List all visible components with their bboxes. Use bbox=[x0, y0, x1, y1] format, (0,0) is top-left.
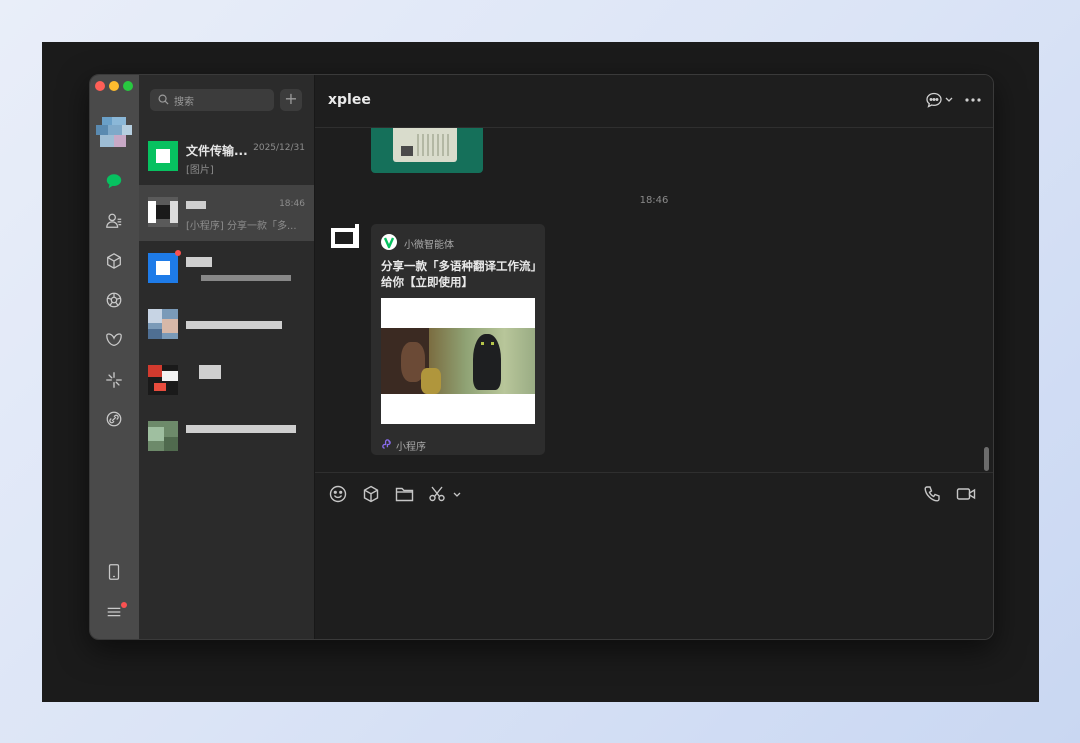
chat-title: xplee bbox=[328, 92, 371, 108]
chat-pane: xplee 18:46 小微智能体 分享一款「多语种翻译工作流」给你【立即使用】… bbox=[315, 75, 993, 639]
video-icon[interactable] bbox=[956, 485, 976, 503]
conversation-list: 搜索 + 文件传输... 2025/12/31 [图片] 18:46 [小程序]… bbox=[139, 75, 315, 639]
chat-item[interactable] bbox=[139, 241, 314, 297]
card-thumbnail bbox=[381, 298, 535, 424]
blurred-name bbox=[186, 425, 296, 433]
emoji-icon[interactable] bbox=[329, 485, 347, 503]
folder-icon[interactable] bbox=[395, 485, 414, 503]
chat-preview: [图片] bbox=[186, 165, 214, 176]
chat-item[interactable] bbox=[139, 353, 314, 409]
chat-bubble-icon[interactable] bbox=[925, 91, 943, 109]
butterfly-icon[interactable] bbox=[104, 330, 124, 350]
chat-item-file-transfer[interactable]: 文件传输... 2025/12/31 [图片] bbox=[139, 129, 314, 185]
unread-dot bbox=[175, 250, 181, 256]
movie-still-image bbox=[381, 328, 535, 394]
chat-time: 2025/12/31 bbox=[253, 143, 305, 153]
avatar bbox=[148, 365, 178, 395]
chat-item[interactable] bbox=[139, 297, 314, 353]
chat-icon[interactable] bbox=[104, 171, 124, 191]
search-placeholder: 搜索 bbox=[174, 97, 194, 108]
link-icon[interactable] bbox=[104, 409, 124, 429]
blurred-preview bbox=[201, 275, 291, 281]
phone-icon[interactable] bbox=[923, 485, 941, 503]
blurred-name bbox=[186, 257, 212, 267]
file-transfer-avatar bbox=[148, 141, 178, 171]
nav-rail bbox=[90, 75, 139, 639]
card-tag: 小程序 bbox=[396, 442, 426, 453]
avatar bbox=[148, 309, 178, 339]
scissors-icon[interactable] bbox=[428, 485, 446, 503]
chat-name: 文件传输... bbox=[186, 144, 248, 158]
chat-time: 18:46 bbox=[279, 199, 305, 209]
menu-notification-dot bbox=[121, 602, 127, 608]
minimize-window-button[interactable] bbox=[109, 81, 119, 91]
blurred-name bbox=[186, 201, 206, 209]
search-icon bbox=[158, 94, 169, 105]
message-area: 18:46 小微智能体 分享一款「多语种翻译工作流」给你【立即使用】 小程序 bbox=[315, 128, 993, 472]
input-toolbar bbox=[315, 472, 993, 509]
scrollbar-thumb[interactable] bbox=[984, 447, 989, 471]
chat-item-selected[interactable]: 18:46 [小程序] 分享一款「多... bbox=[139, 185, 314, 241]
more-icon[interactable] bbox=[965, 98, 981, 102]
blurred-name bbox=[199, 365, 221, 379]
avatar bbox=[148, 421, 178, 451]
sender-avatar[interactable] bbox=[331, 224, 359, 250]
mini-program-logo bbox=[381, 234, 397, 250]
chevron-down-icon[interactable] bbox=[945, 97, 953, 103]
chat-header: xplee bbox=[315, 75, 993, 128]
close-window-button[interactable] bbox=[95, 81, 105, 91]
calendar-photo bbox=[393, 128, 457, 162]
mini-program-icon bbox=[382, 439, 391, 449]
card-source: 小微智能体 bbox=[404, 240, 454, 251]
avatar bbox=[148, 253, 178, 283]
card-title: 分享一款「多语种翻译工作流」给你【立即使用】 bbox=[381, 259, 537, 289]
zoom-window-button[interactable] bbox=[123, 81, 133, 91]
sparkle-icon[interactable] bbox=[104, 370, 124, 390]
phone-device-icon[interactable] bbox=[104, 562, 124, 582]
cube-icon[interactable] bbox=[362, 485, 380, 503]
add-button[interactable]: + bbox=[280, 89, 302, 111]
chevron-down-icon[interactable] bbox=[453, 492, 461, 498]
aperture-icon[interactable] bbox=[104, 290, 124, 310]
blurred-name bbox=[186, 321, 282, 329]
message-timestamp: 18:46 bbox=[639, 195, 669, 206]
chat-item[interactable] bbox=[139, 409, 314, 465]
mini-program-card[interactable]: 小微智能体 分享一款「多语种翻译工作流」给你【立即使用】 小程序 bbox=[371, 224, 545, 455]
search-input[interactable]: 搜索 bbox=[150, 89, 274, 111]
contacts-icon[interactable] bbox=[104, 211, 124, 231]
chat-preview: [小程序] 分享一款「多... bbox=[186, 221, 297, 232]
my-avatar[interactable] bbox=[96, 117, 132, 149]
avatar bbox=[148, 197, 178, 227]
previous-image-message[interactable] bbox=[371, 128, 483, 173]
cube-icon[interactable] bbox=[104, 251, 124, 271]
wechat-window: 搜索 + 文件传输... 2025/12/31 [图片] 18:46 [小程序]… bbox=[89, 74, 994, 640]
